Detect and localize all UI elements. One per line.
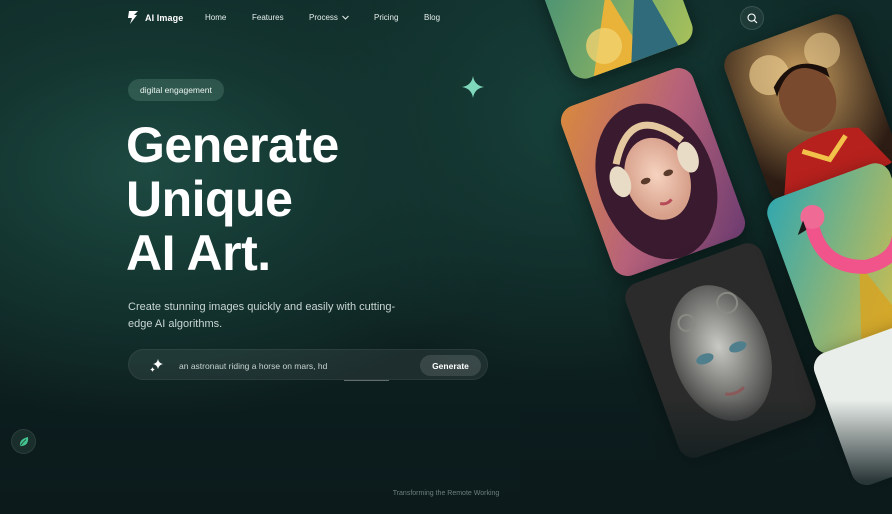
search-icon [746, 12, 757, 23]
nav-link-blog[interactable]: Blog [424, 13, 440, 22]
logo-text: AI Image [145, 12, 184, 23]
nav-link-home[interactable]: Home [205, 13, 226, 22]
headline-line-3: AI Art. [126, 225, 271, 281]
headline-line-1: Generate [126, 117, 339, 173]
logo[interactable]: AI Image [127, 11, 183, 24]
hero-badge: digital engagement [128, 79, 224, 101]
prompt-bar: Generate [128, 349, 488, 381]
prompt-input[interactable] [179, 358, 409, 373]
leaf-icon [19, 436, 28, 446]
hero-subtitle: Create stunning images quickly and easil… [128, 301, 396, 330]
nav-link-process[interactable]: Process [309, 13, 349, 22]
generate-button[interactable]: Generate [420, 355, 481, 376]
gallery-card-headphones-girl [556, 63, 750, 281]
top-navbar: AI Image Home Features Process Pricing B… [0, 0, 892, 36]
prompt-underline [344, 380, 389, 381]
sparkle-icon [462, 76, 484, 98]
gallery-card-flamingo [762, 158, 892, 359]
landing-page: AI Image Home Features Process Pricing B… [0, 0, 892, 514]
hero-headline: Generate Unique AI Art. [126, 118, 456, 280]
chevron-down-icon [342, 15, 349, 20]
footer-tagline: Transforming the Remote Working [392, 490, 500, 497]
nav-link-features[interactable]: Features [252, 13, 284, 22]
sparkles-icon [150, 359, 163, 372]
gallery-card-hero-man [719, 9, 892, 207]
floating-leaf-button[interactable] [11, 429, 36, 454]
lightning-bolt-icon [128, 11, 138, 24]
gallery-card-robot-woman [620, 238, 821, 463]
search-button[interactable] [740, 6, 764, 30]
nav-link-pricing[interactable]: Pricing [374, 13, 398, 22]
nav-link-process-label: Process [309, 13, 338, 22]
headline-line-2: Unique [126, 171, 293, 227]
gallery-card-white [809, 320, 892, 490]
